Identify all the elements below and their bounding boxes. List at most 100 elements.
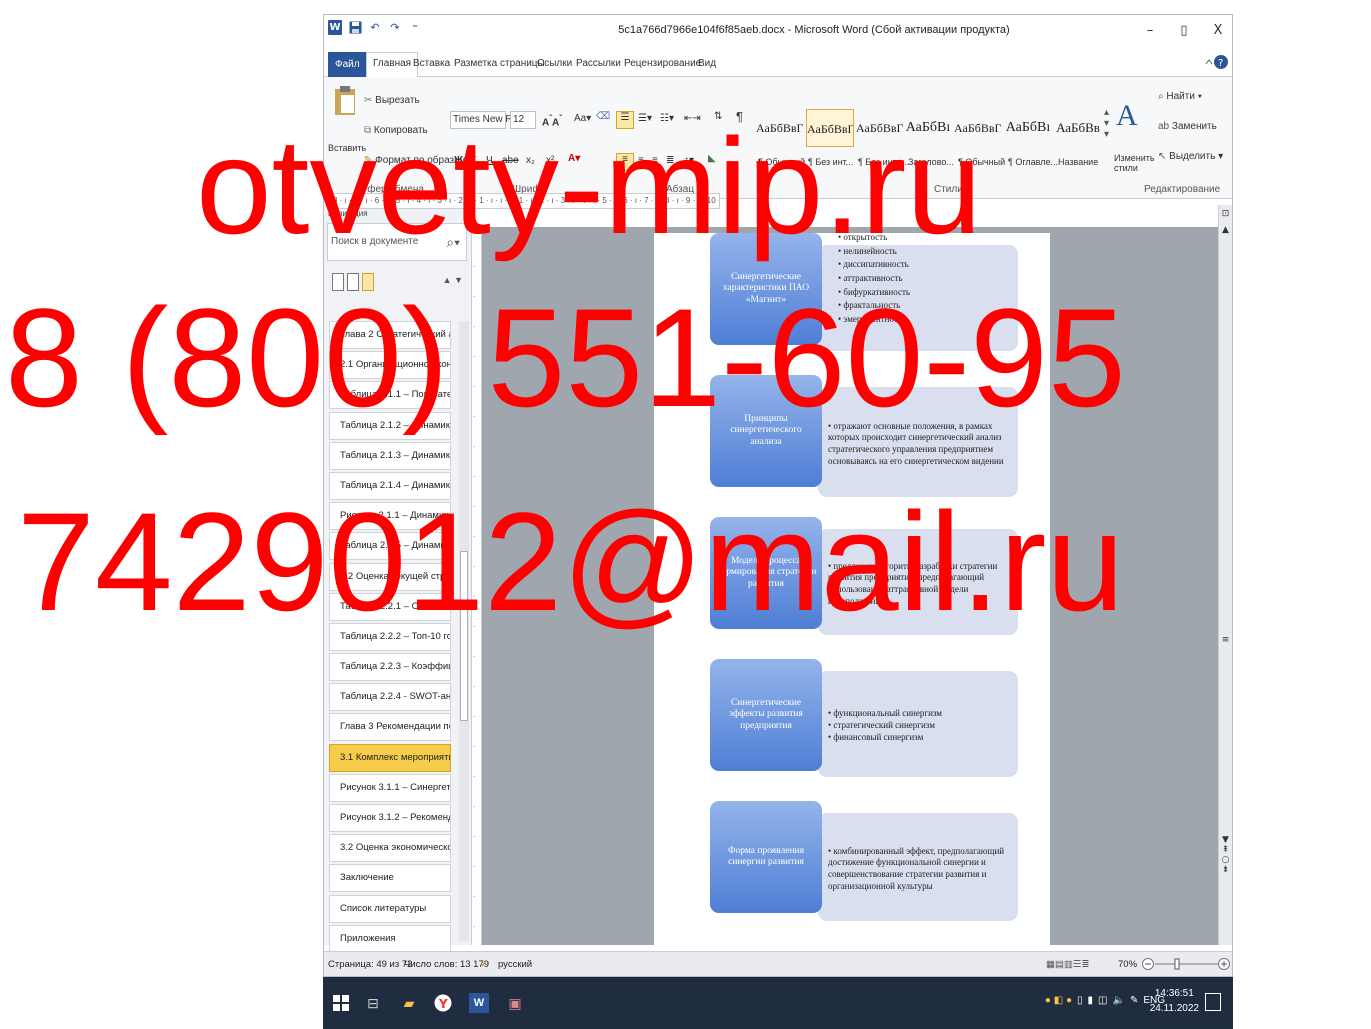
tab-insert[interactable]: Вставка	[413, 53, 450, 77]
justify-icon[interactable]: ≣	[666, 155, 674, 166]
notification-icon[interactable]	[1205, 993, 1221, 1011]
next-page-icon[interactable]: ⇟	[1219, 865, 1232, 875]
cut-button[interactable]: ✂ Вырезать	[364, 95, 420, 106]
nav-search-input[interactable]: Поиск в документе ⌕▾	[327, 223, 467, 261]
nav-item[interactable]: 2.1 Организационно-экономическая	[329, 351, 451, 380]
tab-references[interactable]: Ссылки	[537, 53, 572, 77]
file-explorer-icon[interactable]: ▰	[399, 993, 419, 1013]
shading-icon[interactable]: ◣	[708, 153, 716, 164]
vertical-scrollbar[interactable]: ⊡ ▲ ≡ ▼ ⇞ ○ ⇟	[1218, 205, 1232, 945]
change-styles-icon[interactable]: A	[1116, 99, 1138, 133]
align-right-icon[interactable]: ≡	[652, 155, 658, 166]
nav-item[interactable]: Заключение	[329, 864, 451, 893]
style-gallery-item[interactable]: АаБбВı	[904, 109, 952, 147]
proofing-icon[interactable]: ✔	[480, 959, 488, 970]
mic-icon[interactable]: ▮	[1088, 995, 1094, 1006]
tab-file[interactable]: Файл	[328, 52, 367, 77]
prev-page-icon[interactable]: ⇞	[1219, 845, 1232, 855]
multilevel-icon[interactable]: ☷▾	[660, 113, 674, 124]
font-size-box[interactable]: 12	[510, 111, 536, 129]
tray-app-icons[interactable]: ● ◧ ●	[1045, 995, 1072, 1006]
superscript-icon[interactable]: x²	[546, 155, 554, 166]
tab-mailings[interactable]: Рассылки	[576, 53, 621, 77]
numbering-icon[interactable]: ☰▾	[638, 113, 652, 124]
nav-item[interactable]: Таблица 2.1.5 – Динамика п...	[329, 532, 451, 561]
word-logo-icon[interactable]: W	[328, 20, 342, 35]
results-view-icon[interactable]	[362, 273, 374, 291]
pages-view-icon[interactable]	[347, 273, 359, 291]
nav-item[interactable]: Таблица 2.1.3 – Динамика п...	[329, 441, 451, 470]
search-icon[interactable]: ⌕▾	[446, 224, 460, 260]
replace-button[interactable]: ab Заменить	[1158, 121, 1217, 132]
nav-scroll-thumb[interactable]	[460, 551, 468, 721]
bullets-icon[interactable]: ☰	[616, 111, 634, 129]
restore-button[interactable]: ▯	[1174, 21, 1194, 41]
find-button[interactable]: ⌕ Найти ▾	[1158, 91, 1202, 102]
nav-scrollbar[interactable]	[459, 321, 469, 941]
horizontal-ruler[interactable]: 8 · ı · 7 · ı · 6 · ı · 5 · ı · 4 · ı · …	[330, 193, 720, 209]
close-button[interactable]: X	[1208, 21, 1228, 41]
nav-item[interactable]: Таблица 2.1.1 – Показатели ...	[329, 381, 451, 410]
indent-icon[interactable]: ⇤⇥	[684, 113, 701, 124]
scroll-down-icon[interactable]: ▼	[1219, 835, 1232, 845]
tab-home[interactable]: Главная	[366, 52, 419, 77]
tab-view[interactable]: Вид	[698, 53, 716, 77]
volume-icon[interactable]: 🔈	[1112, 995, 1124, 1006]
nav-item[interactable]: Таблица 2.2.2 – Топ-10 горо...	[329, 622, 451, 651]
ruler-toggle-icon[interactable]: ⊡	[1219, 209, 1232, 219]
windows-start-icon[interactable]	[331, 993, 351, 1013]
format-painter-button[interactable]: ✎ Формат по образцу	[364, 155, 465, 166]
document-page[interactable]: Синергетические характеристики ПАО «Магн…	[654, 232, 1050, 945]
word-count[interactable]: Число слов: 13 179	[404, 959, 489, 970]
style-gallery-item[interactable]: АаБбВвГı	[806, 109, 854, 147]
select-button[interactable]: ↖ Выделить ▾	[1158, 151, 1223, 162]
nav-item[interactable]: Рисунок 2.1.1 – Динамика ...	[329, 502, 451, 531]
strike-icon[interactable]: abe	[502, 155, 519, 166]
task-view-icon[interactable]: ⊟	[363, 993, 383, 1013]
bold-icon[interactable]: Ж	[454, 155, 463, 166]
style-gallery-item[interactable]: АаБбВв	[1054, 109, 1102, 147]
page-indicator[interactable]: Страница: 49 из 72	[328, 959, 412, 970]
font-color-icon[interactable]: A▾	[568, 153, 580, 164]
nav-item[interactable]: Рисунок 3.1.1 – Синергетиче...	[329, 773, 451, 802]
nav-item[interactable]: Рисунок 3.1.2 – Рекомендуе...	[329, 804, 451, 832]
zoom-level[interactable]: 70%	[1118, 959, 1137, 970]
redo-icon[interactable]: ↷	[388, 20, 402, 35]
subscript-icon[interactable]: x₂	[526, 155, 535, 166]
view-mode-icons[interactable]: ▦▤▥☰≣	[1046, 959, 1089, 970]
nav-item[interactable]: Приложения	[329, 924, 451, 953]
tab-page-layout[interactable]: Разметка страницы	[454, 53, 545, 77]
nav-item[interactable]: Таблица 2.1.4 – Динамика ст...	[329, 471, 451, 500]
save-icon[interactable]	[348, 20, 362, 35]
word-taskbar-icon[interactable]: W	[469, 993, 489, 1013]
nav-item[interactable]: Глава 2 Стратегический анализ	[329, 321, 451, 349]
scroll-up-icon[interactable]: ▲	[1219, 225, 1232, 235]
style-gallery-item[interactable]: АаБбВвГı	[756, 109, 804, 147]
italic-icon[interactable]: К	[470, 155, 476, 166]
nav-item[interactable]: 2.2 Оценка текущей стратег...	[329, 562, 451, 591]
undo-icon[interactable]: ↶	[368, 20, 382, 35]
clear-format-icon[interactable]: ⌫	[596, 111, 610, 122]
nav-prev-next-icon[interactable]: ▲ ▼	[443, 275, 463, 285]
pilcrow-icon[interactable]: ¶	[736, 109, 743, 124]
clock[interactable]: 14:36:51 24.11.2022	[1150, 987, 1199, 1016]
nav-item[interactable]: Таблица 2.2.4 - SWOT-анали...	[329, 683, 451, 712]
change-case-icon[interactable]: Aa▾	[574, 113, 591, 124]
sort-icon[interactable]: ⇅	[714, 111, 722, 122]
nav-item[interactable]: 3.1 Комплекс мероприятий ...	[329, 743, 451, 772]
help-icon[interactable]: ?	[1204, 54, 1228, 73]
paste-button[interactable]	[332, 85, 358, 128]
headings-view-icon[interactable]	[332, 273, 344, 291]
app-taskbar-icon[interactable]: ▣	[505, 993, 525, 1013]
style-gallery-item[interactable]: АаБбВı	[1004, 109, 1052, 147]
nav-item[interactable]: Таблица 2.2.1 – Основные п...	[329, 592, 451, 621]
pen-icon[interactable]: ✎	[1130, 995, 1138, 1006]
yandex-browser-icon[interactable]: Y	[433, 993, 453, 1013]
language-indicator[interactable]: русский	[498, 959, 532, 970]
font-name-box[interactable]: Times New Ror	[450, 111, 522, 129]
nav-item[interactable]: Таблица 2.2.3 – Коэффицие...	[329, 653, 451, 682]
gallery-scroll-icon[interactable]: ▴ ▾ ▾	[1104, 107, 1109, 140]
customize-qat-icon[interactable]: ⁼	[408, 20, 422, 35]
nav-item[interactable]: 3.2 Оценка экономической ...	[329, 834, 451, 863]
battery-icon[interactable]: ▯	[1077, 995, 1083, 1006]
